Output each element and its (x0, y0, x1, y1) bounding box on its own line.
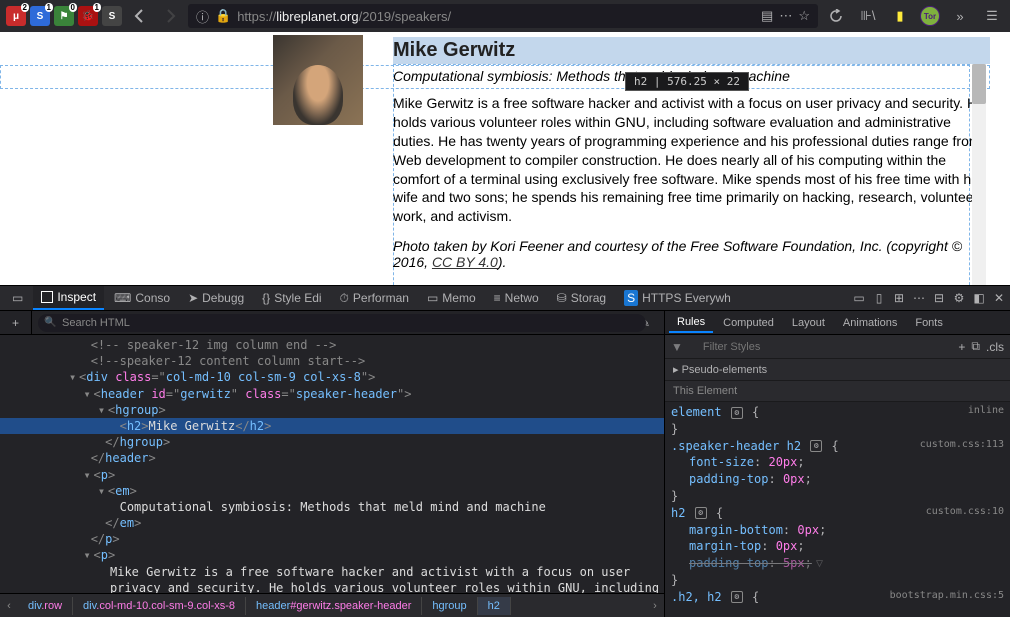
breadcrumb-item[interactable]: header#gerwitz.speaker-header (246, 597, 422, 615)
inspector-left-panel: + ✎ <!-- speaker-12 img column end --> <… (0, 311, 665, 617)
tab-style-editor[interactable]: {}Style Edi (254, 287, 329, 309)
gear-icon[interactable]: ⚙ (695, 507, 707, 519)
tab-computed[interactable]: Computed (715, 314, 782, 332)
breadcrumb-item[interactable]: div.col-md-10.col-sm-9.col-xs-8 (73, 597, 246, 615)
html-tree[interactable]: <!-- speaker-12 img column end --> <!--s… (0, 335, 664, 593)
ext-badge: 2 (21, 3, 29, 12)
extension-icon[interactable]: ⚑0 (54, 6, 74, 26)
rules-tabs: Rules Computed Layout Animations Fonts (665, 311, 1010, 335)
responsive-mode-icon[interactable]: ⊞ (892, 291, 906, 305)
devtools-tabs: ▭ Inspect ⌨Conso ➤Debugg {}Style Edi ⏱Pe… (0, 285, 1010, 311)
info-icon[interactable]: ⓘ (196, 7, 209, 26)
pseudo-elements-row[interactable]: ▸ Pseudo-elements (665, 359, 1010, 381)
reload-button[interactable] (824, 4, 848, 28)
browser-toolbar: μ2 S1 ⚑0 🐞1 S ⓘ 🔒 https://libreplanet.or… (0, 0, 1010, 32)
back-button[interactable] (128, 4, 152, 28)
dock-side-icon[interactable]: ◧ (972, 291, 986, 305)
rules-panel: Rules Computed Layout Animations Fonts ▼… (665, 311, 1010, 617)
search-html-input[interactable] (38, 314, 646, 332)
url-protocol: https:// (237, 9, 276, 24)
devtools-icon[interactable]: ▯ (872, 291, 886, 305)
gear-icon[interactable]: ⚙ (731, 591, 743, 603)
add-rule-icon[interactable]: + (958, 340, 965, 354)
tab-rules[interactable]: Rules (669, 313, 713, 333)
breadcrumb-item[interactable]: div.row (18, 597, 73, 615)
devtools-settings-icon[interactable]: ⚙ (952, 291, 966, 305)
menu-icon[interactable]: ☰ (980, 4, 1004, 28)
funnel-icon: ▼ (671, 340, 683, 354)
extension-icon[interactable]: S1 (30, 6, 50, 26)
add-element-button[interactable]: + (0, 311, 32, 335)
overflow-icon[interactable]: » (948, 4, 972, 28)
tab-console[interactable]: ⌨Conso (106, 287, 178, 309)
toolbar-right-icons: ⊪\ ▮ Tor » ☰ (824, 4, 1004, 28)
page-actions-icon[interactable]: ⋯ (779, 8, 792, 24)
filter-styles-input[interactable] (689, 341, 953, 353)
extension-icon[interactable]: 🐞1 (78, 6, 98, 26)
cls-toggle[interactable]: .cls (986, 340, 1004, 354)
breadcrumb-item[interactable]: h2 (478, 597, 511, 615)
tab-inspector[interactable]: Inspect (33, 286, 104, 310)
devtools-icon[interactable]: ▭ (852, 291, 866, 305)
ext-badge: 1 (45, 3, 53, 12)
bookmark-icon[interactable]: ☆ (798, 8, 810, 24)
tab-performance[interactable]: ⏱Performan (332, 287, 417, 310)
scrollbar-thumb[interactable] (972, 64, 986, 104)
override-icon: ▽ (816, 555, 823, 572)
url-path: /2019/speakers/ (359, 9, 452, 24)
tab-layout[interactable]: Layout (784, 314, 833, 332)
gear-icon[interactable]: ⚙ (731, 407, 743, 419)
breadcrumb-bar: ‹ div.row div.col-md-10.col-sm-9.col-xs-… (0, 593, 664, 617)
speaker-photo (273, 35, 363, 125)
extension-icon[interactable]: S (102, 6, 122, 26)
breadcrumb-next[interactable]: › (646, 600, 664, 612)
devtools-iframe-picker[interactable]: ▭ (4, 287, 31, 309)
lock-icon: 🔒 (215, 8, 231, 24)
tab-storage[interactable]: ⛁Storag (549, 287, 614, 309)
speaker-name: Mike Gerwitz (393, 37, 990, 64)
dock-icon[interactable]: ⊟ (932, 291, 946, 305)
tab-https-everywhere[interactable]: SHTTPS Everywh (616, 286, 739, 310)
tab-animations[interactable]: Animations (835, 314, 905, 332)
page-scrollbar[interactable] (972, 64, 986, 285)
photo-credit: Photo taken by Kori Feener and courtesy … (393, 226, 990, 270)
reader-mode-icon[interactable]: ▤ (761, 8, 773, 24)
devtools-close-icon[interactable]: ✕ (992, 291, 1006, 305)
tor-icon[interactable]: Tor (920, 6, 940, 26)
gear-icon[interactable]: ⚙ (810, 440, 822, 452)
ublock-icon[interactable]: μ2 (6, 6, 26, 26)
ext-badge: 1 (93, 3, 101, 12)
ext-badge: 0 (69, 3, 77, 12)
forward-button[interactable] (158, 4, 182, 28)
devtools-panel: ▭ Inspect ⌨Conso ➤Debugg {}Style Edi ⏱Pe… (0, 285, 1010, 617)
note-icon[interactable]: ▮ (888, 4, 912, 28)
breadcrumb-item[interactable]: hgroup (422, 597, 477, 615)
library-icon[interactable]: ⊪\ (856, 4, 880, 28)
extension-icons: μ2 S1 ⚑0 🐞1 S (6, 6, 122, 26)
tab-memory[interactable]: ▭Memo (419, 287, 484, 309)
devtools-more-icon[interactable]: ⋯ (912, 291, 926, 305)
speaker-bio: Mike Gerwitz is a free software hacker a… (393, 84, 990, 226)
url-bar[interactable]: ⓘ 🔒 https://libreplanet.org/2019/speaker… (188, 4, 818, 28)
credit-text: ). (498, 254, 507, 270)
page-content: h2 | 576.25 × 22 Mike Gerwitz Computatio… (0, 32, 1010, 285)
tab-network[interactable]: ≡Netwo (486, 287, 547, 309)
tab-fonts[interactable]: Fonts (907, 314, 951, 332)
this-element-label: This Element (665, 381, 1010, 402)
breadcrumb-prev[interactable]: ‹ (0, 600, 18, 612)
toggle-icon[interactable]: ⧉ (971, 339, 980, 354)
license-link[interactable]: CC BY 4.0 (432, 254, 498, 270)
element-tooltip: h2 | 576.25 × 22 (625, 72, 749, 91)
url-domain: libreplanet.org (276, 9, 358, 24)
tab-debugger[interactable]: ➤Debugg (180, 287, 252, 309)
css-rules[interactable]: element ⚙ {inline } .speaker-header h2 ⚙… (665, 402, 1010, 617)
